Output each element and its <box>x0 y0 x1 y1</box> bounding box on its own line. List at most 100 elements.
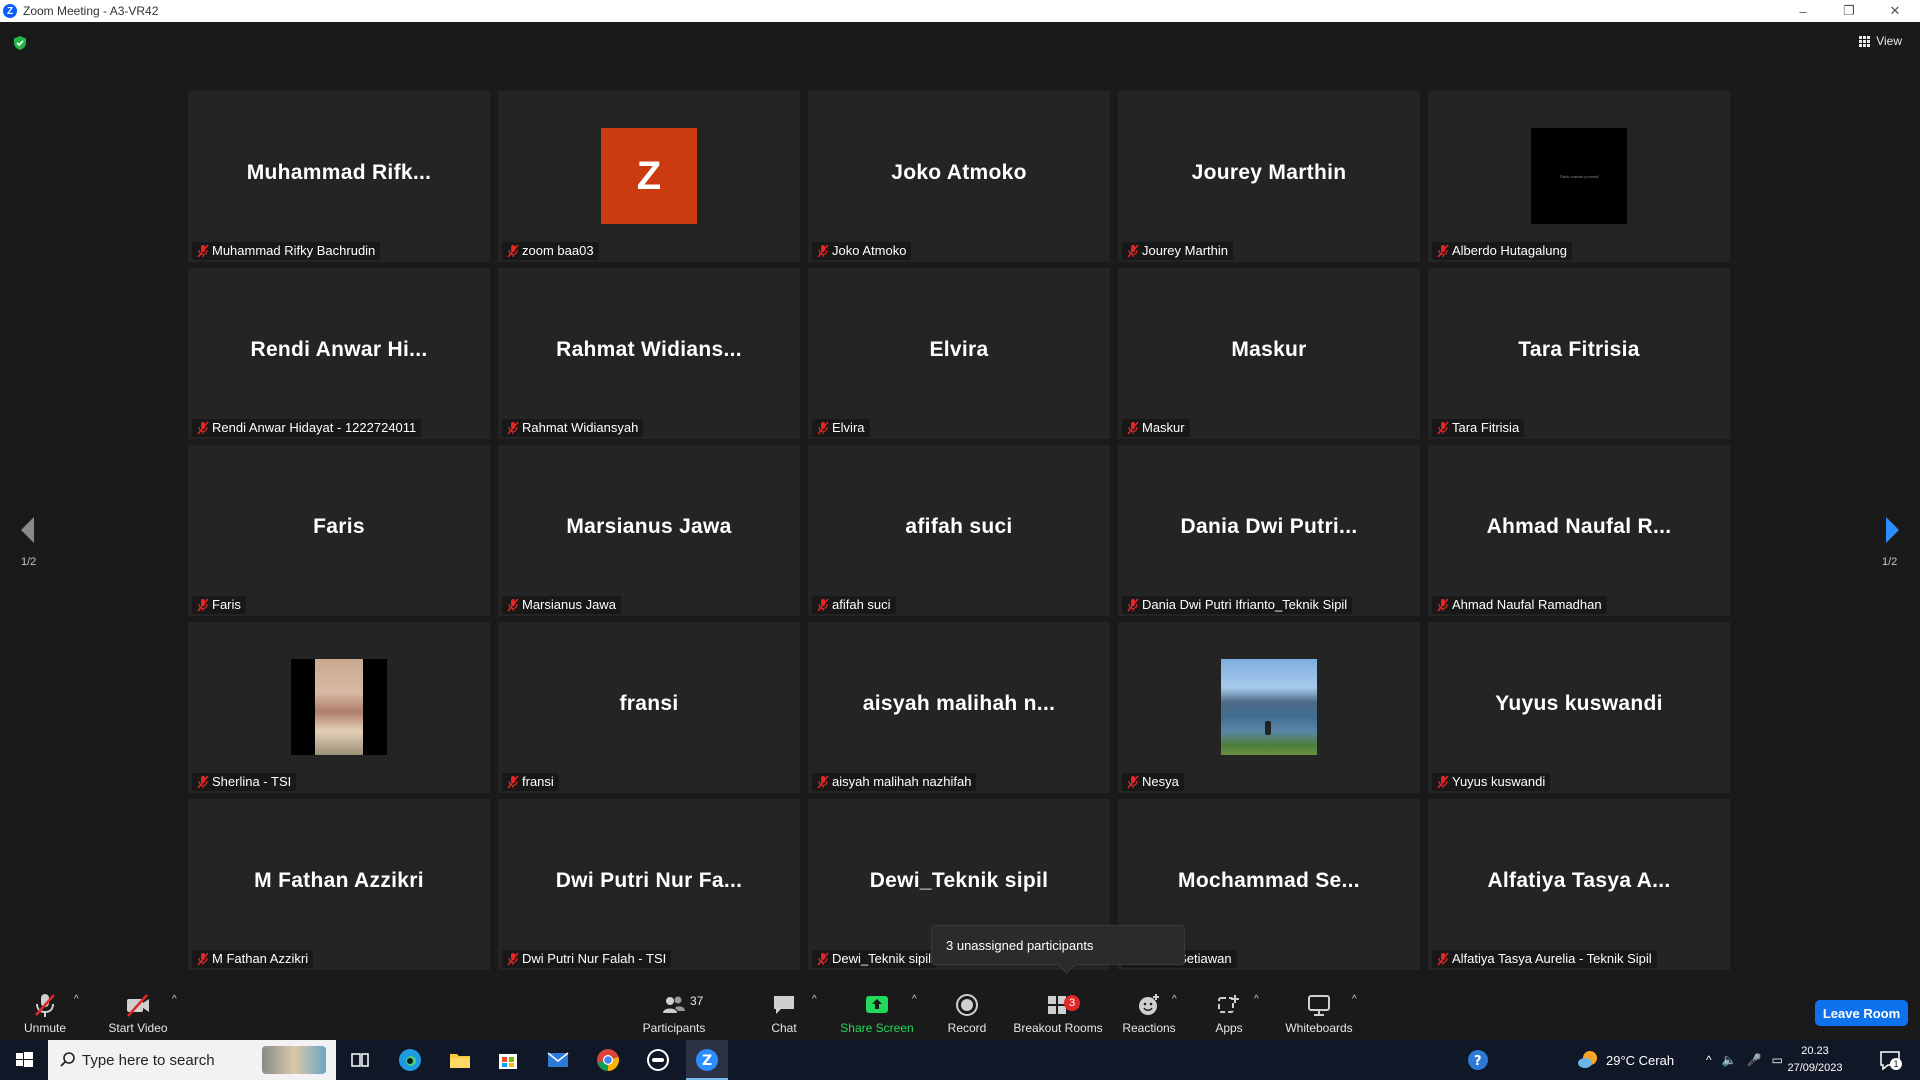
whiteboards-caret-icon[interactable]: ^ <box>1352 994 1357 1005</box>
participant-name: Ahmad Naufal Ramadhan <box>1452 597 1602 612</box>
clock-date: 27/09/2023 <box>1787 1062 1843 1074</box>
participant-tile[interactable]: Elvira Elvira <box>808 268 1110 439</box>
task-view-icon[interactable] <box>346 1046 374 1074</box>
participant-tile[interactable]: Rahmat Widians... Rahmat Widiansyah <box>498 268 800 439</box>
muted-mic-icon <box>507 775 519 789</box>
participant-name-label: Rahmat Widiansyah <box>502 419 644 437</box>
share-screen-label: Share Screen <box>840 1021 914 1035</box>
apps-icon <box>1218 995 1239 1013</box>
previous-page-arrow-icon[interactable] <box>18 515 38 545</box>
record-button[interactable]: Record <box>946 980 988 1040</box>
participant-tile[interactable]: M Fathan Azzikri M Fathan Azzikri <box>188 799 490 970</box>
participant-name: zoom baa03 <box>522 243 594 258</box>
participant-name: Sherlina - TSI <box>212 774 292 789</box>
participant-display-name: Ahmad Naufal R... <box>1486 515 1672 538</box>
participant-tile[interactable]: Ahmad Naufal R... Ahmad Naufal Ramadhan <box>1428 445 1730 616</box>
participant-tile[interactable]: Tara Fitrisia Tara Fitrisia <box>1428 268 1730 439</box>
windows-start-icon[interactable] <box>10 1046 38 1074</box>
participant-name: Jourey Marthin <box>1142 243 1228 258</box>
file-explorer-icon[interactable] <box>446 1046 474 1074</box>
participant-tile[interactable]: Nesya <box>1118 622 1420 793</box>
taskbar-clock[interactable]: 20.23 27/09/2023 <box>1782 1043 1848 1077</box>
restore-button[interactable]: ❐ <box>1826 0 1872 22</box>
participant-tile[interactable]: Jourey Marthin Jourey Marthin <box>1118 91 1420 262</box>
participant-name: Nesya <box>1142 774 1179 789</box>
whiteboards-button[interactable]: Whiteboards <box>1284 980 1354 1040</box>
muted-mic-icon <box>507 244 519 258</box>
participant-tile[interactable]: Zzoom baa03 <box>498 91 800 262</box>
grid-icon <box>1859 35 1871 47</box>
participant-tile[interactable]: Dwi Putri Nur Fa... Dwi Putri Nur Falah -… <box>498 799 800 970</box>
participant-display-name: Dwi Putri Nur Fa... <box>555 869 743 892</box>
participant-name-label: Ahmad Naufal Ramadhan <box>1432 596 1607 614</box>
participant-tile[interactable]: Rendi Anwar Hi... Rendi Anwar Hidayat - 1… <box>188 268 490 439</box>
start-video-button[interactable]: Start Video <box>105 980 171 1040</box>
participant-name: Dania Dwi Putri Ifrianto_Teknik Sipil <box>1142 597 1348 612</box>
participant-name-label: Marsianus Jawa <box>502 596 621 614</box>
mail-icon[interactable] <box>544 1046 572 1074</box>
chat-icon <box>774 996 794 1014</box>
participant-name: Dwi Putri Nur Falah - TSI <box>522 951 667 966</box>
participant-tile[interactable]: fransi fransi <box>498 622 800 793</box>
zoom-taskbar-item[interactable]: Z <box>686 1040 728 1080</box>
microsoft-store-icon[interactable] <box>494 1046 522 1074</box>
leave-room-button[interactable]: Leave Room <box>1815 1000 1908 1026</box>
participant-tile[interactable]: Faris Faris <box>188 445 490 616</box>
chat-button[interactable]: Chat <box>766 980 802 1040</box>
reactions-caret-icon[interactable]: ^ <box>1172 994 1177 1005</box>
apps-button[interactable]: Apps <box>1212 980 1246 1040</box>
participant-tile[interactable]: Joko Atmoko Joko Atmoko <box>808 91 1110 262</box>
muted-mic-icon <box>1437 598 1449 612</box>
participant-tile[interactable]: afifah suci afifah suci <box>808 445 1110 616</box>
chat-options-caret-icon[interactable]: ^ <box>812 994 817 1005</box>
taskbar-search-box[interactable]: Type here to search <box>48 1040 336 1080</box>
notifications-button[interactable]: 1 <box>1878 1048 1902 1072</box>
next-page-arrow-icon[interactable] <box>1882 515 1902 545</box>
view-button[interactable]: View <box>1859 34 1902 48</box>
share-screen-button[interactable]: Share Screen <box>840 980 914 1040</box>
volume-icon[interactable]: 🔈 <box>1722 1053 1737 1067</box>
participant-name: Yuyus kuswandi <box>1452 774 1546 789</box>
close-button[interactable]: ✕ <box>1872 0 1918 22</box>
participant-tile[interactable]: Maskur Maskur <box>1118 268 1420 439</box>
participant-display-name: Rahmat Widians... <box>556 338 742 361</box>
windows-taskbar: Type here to search Z ? 29°C Cerah ^ 🔈 🎤… <box>0 1040 1920 1080</box>
participant-tile[interactable]: aisyah malihah n... aisyah malihah nazhif… <box>808 622 1110 793</box>
whiteboards-label: Whiteboards <box>1285 1021 1353 1035</box>
tray-chevron-icon[interactable]: ^ <box>1706 1053 1712 1067</box>
view-label: View <box>1876 34 1902 48</box>
encryption-shield-icon[interactable] <box>12 35 28 51</box>
participant-tile[interactable]: Sherlina - TSI <box>188 622 490 793</box>
reactions-button[interactable]: Reactions <box>1120 980 1178 1040</box>
breakout-tooltip: 3 unassigned participants <box>931 925 1185 965</box>
share-options-caret-icon[interactable]: ^ <box>912 994 917 1005</box>
edge-browser-icon[interactable] <box>396 1046 424 1074</box>
participant-tile[interactable]: Muhammad Rifk... Muhammad Rifky Bachrudin <box>188 91 490 262</box>
participant-tile[interactable]: Marsianus Jawa Marsianus Jawa <box>498 445 800 616</box>
participant-display-name: Muhammad Rifk... <box>246 161 432 184</box>
participants-button[interactable]: Participants <box>640 980 708 1040</box>
video-options-caret-icon[interactable]: ^ <box>172 994 177 1005</box>
apps-caret-icon[interactable]: ^ <box>1254 994 1259 1005</box>
minimize-button[interactable]: – <box>1780 0 1826 22</box>
breakout-rooms-label: Breakout Rooms <box>1013 1021 1103 1035</box>
muted-mic-icon <box>1437 775 1449 789</box>
participant-display-name: Maskur <box>1231 338 1307 361</box>
page-indicator-right: 1/2 <box>1882 556 1898 568</box>
audio-options-caret-icon[interactable]: ^ <box>74 994 79 1005</box>
participant-name: Tara Fitrisia <box>1452 420 1520 435</box>
chrome-icon[interactable] <box>594 1046 622 1074</box>
weather-widget[interactable]: 29°C Cerah <box>1576 1040 1674 1080</box>
participant-display-name: Joko Atmoko <box>891 161 1027 184</box>
participant-tile[interactable]: Think outside yourself Alberdo Hutagalung <box>1428 91 1730 262</box>
participant-profile-photo <box>291 659 387 755</box>
participant-tile[interactable]: Yuyus kuswandi Yuyus kuswandi <box>1428 622 1730 793</box>
messaging-app-icon[interactable] <box>644 1046 672 1074</box>
participant-tile[interactable]: Dania Dwi Putri... Dania Dwi Putri Ifrian… <box>1118 445 1420 616</box>
help-icon[interactable]: ? <box>1464 1046 1492 1074</box>
participant-tile[interactable]: Alfatiya Tasya A... Alfatiya Tasya Aureli… <box>1428 799 1730 970</box>
microphone-tray-icon[interactable]: 🎤 <box>1747 1053 1762 1067</box>
participant-name-label: Joko Atmoko <box>812 242 912 260</box>
breakout-rooms-button[interactable]: Breakout Rooms <box>1013 980 1103 1040</box>
unmute-button[interactable]: Unmute <box>20 980 70 1040</box>
